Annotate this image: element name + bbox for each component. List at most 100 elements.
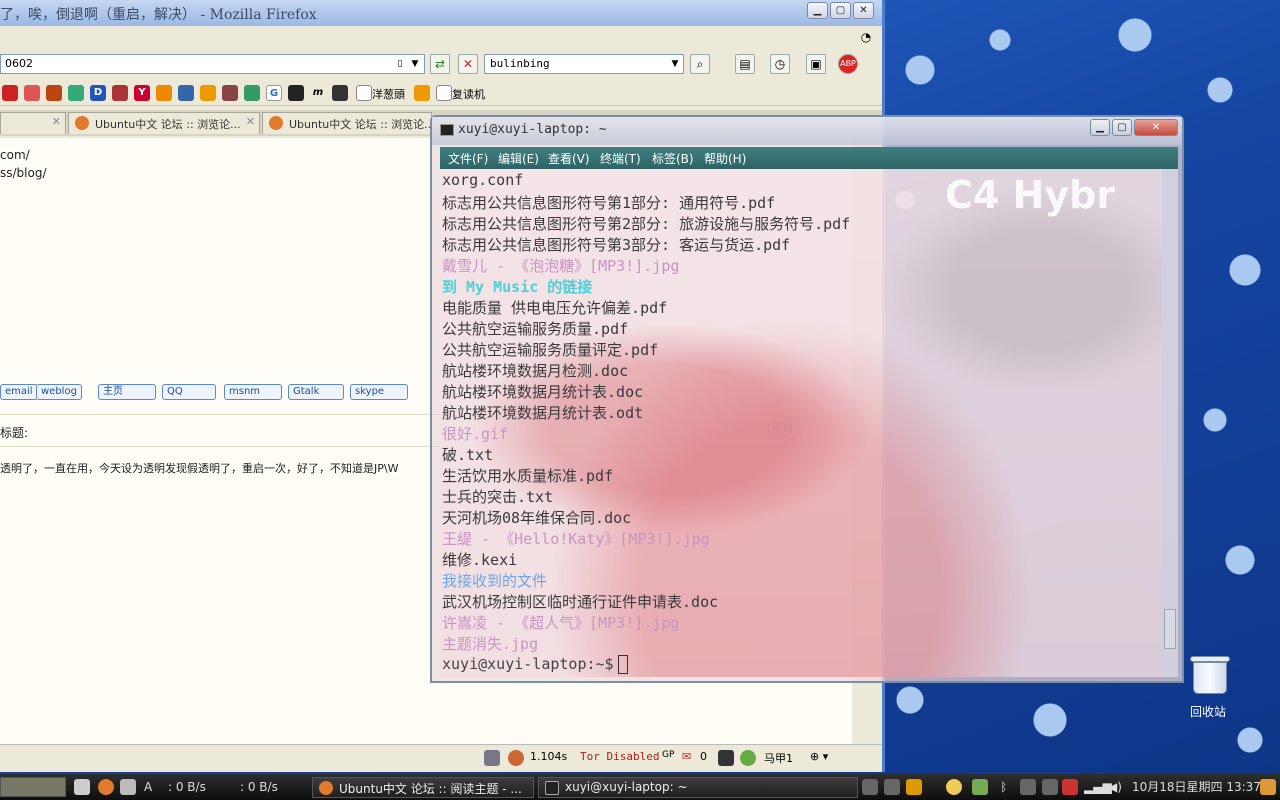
bookmark-favicon-1[interactable] (2, 85, 18, 101)
menu-help[interactable]: 帮助(H) (704, 150, 746, 167)
zoom-icon[interactable]: ⊕ ▾ (810, 750, 828, 763)
adblock-icon[interactable]: ABP (838, 54, 858, 74)
volume-icon[interactable]: ◀) (1108, 777, 1122, 797)
firefox-titlebar[interactable]: 了，唉，倒退啊（重启，解决） - Mozilla Firefox ▁ ▢ ✕ (0, 0, 882, 26)
menu-view[interactable]: 查看(V) (548, 150, 590, 167)
search-input[interactable]: bulinbing (484, 54, 684, 74)
bookmark-favicon-6[interactable] (112, 85, 128, 101)
tray-icon-3[interactable] (906, 779, 922, 795)
tab-forum-1[interactable]: Ubuntu中文 论坛 :: 浏览论... ✕ (68, 112, 260, 134)
terminal-titlebar[interactable]: xuyi@xuyi-laptop: ~ ▁ ▢ ✕ (432, 117, 1182, 145)
msn-button[interactable]: msnm (224, 384, 282, 400)
show-desktop-icon[interactable] (74, 779, 90, 795)
bookmark-favicon-10[interactable] (222, 85, 238, 101)
stop-icon[interactable]: ✕ (458, 54, 478, 74)
rss-icon[interactable] (200, 85, 216, 101)
email-button[interactable]: email (0, 384, 38, 400)
search-icon[interactable]: ⌕ (690, 54, 710, 74)
terminal-line: 电能质量 供电电压允许偏差.pdf (442, 299, 668, 317)
menu-edit[interactable]: 编辑(E) (498, 150, 539, 167)
bookmark-favicon-14[interactable] (332, 85, 348, 101)
url-bar[interactable]: 0602 (0, 54, 425, 74)
tray-icon-6[interactable] (1042, 779, 1058, 795)
terminal-line: 生活饮用水质量标准.pdf (442, 467, 614, 485)
bookmark-label-1[interactable]: 洋葱頭 (372, 86, 405, 102)
bookmark-favicon-2[interactable] (24, 85, 40, 101)
gp-label[interactable]: GP (662, 750, 674, 760)
fasterfox-icon[interactable] (508, 750, 524, 766)
terminal-line: 标志用公共信息图形符号第2部分: 旅游设施与服务符号.pdf (442, 215, 851, 233)
tray-icon-2[interactable] (884, 779, 900, 795)
bookmark-favicon-7[interactable]: Y (134, 85, 150, 101)
minimize-button[interactable]: ▁ (1090, 119, 1110, 136)
post-body: 透明了，一直在用，今天设为透明发现假透明了，重启一次，好了，不知道是JP\W (0, 462, 399, 475)
task-firefox[interactable]: Ubuntu中文 论坛 :: 阅读主题 - ... (312, 777, 534, 798)
bookmark-favicon-12[interactable] (288, 85, 304, 101)
bookmark-icon[interactable]: ▤ (735, 54, 755, 74)
maximize-button[interactable]: ▢ (1112, 119, 1132, 136)
close-button[interactable]: ✕ (1134, 119, 1178, 136)
recycle-bin-label[interactable]: 回收站 (1190, 703, 1226, 720)
close-icon[interactable]: ✕ (246, 115, 255, 128)
clock-app-icon[interactable] (946, 779, 962, 795)
menu-terminal[interactable]: 终端(T) (600, 150, 641, 167)
terminal-icon (440, 124, 454, 136)
bookmark-label-2[interactable]: 复读机 (452, 86, 485, 102)
url-dropdown-button[interactable]: ▼ (405, 54, 425, 74)
rss-icon[interactable] (414, 85, 430, 101)
terminal-scrollbar[interactable] (1162, 169, 1178, 677)
gmail-icon[interactable]: ✉ (682, 750, 691, 763)
tray-icon-7[interactable] (1062, 779, 1078, 795)
user-avatar[interactable] (0, 777, 66, 797)
tray-icon-1[interactable] (862, 779, 878, 795)
user-label[interactable]: 马甲1 (764, 750, 793, 766)
close-icon[interactable]: ✕ (52, 115, 61, 128)
search-dropdown-button[interactable]: ▼ (665, 54, 685, 74)
screenshot-icon[interactable]: ▣ (806, 54, 826, 74)
launcher-icon[interactable] (120, 779, 136, 795)
recycle-bin-icon[interactable] (1188, 654, 1236, 694)
bookmark-favicon-4[interactable] (68, 85, 84, 101)
bookmark-favicon-5[interactable]: D (90, 85, 106, 101)
google-icon[interactable]: G (266, 85, 282, 101)
minimize-button[interactable]: ▁ (807, 2, 828, 19)
terminal-line: 很好.gif (442, 425, 509, 443)
gtalk-button[interactable]: Gtalk (288, 384, 344, 400)
go-icon[interactable]: ⇄ (430, 54, 450, 74)
tray-icon-4[interactable] (972, 779, 988, 795)
bookmark-favicon-13[interactable]: m (310, 85, 326, 101)
clock[interactable]: 10月18日星期四 13:37 (1132, 777, 1261, 797)
recycle-bin-body (1193, 662, 1227, 694)
bookmark-favicon-3[interactable] (46, 85, 62, 101)
page-info-icon[interactable] (484, 750, 500, 766)
profile-url[interactable]: com/ (0, 148, 30, 162)
extension-icon[interactable] (718, 750, 734, 766)
terminal-output[interactable]: C4 Hybr xorg.conf 标志用公共信息图形符号第1部分: 通用符号.p… (440, 169, 1162, 677)
bookmark-favicon-8[interactable] (156, 85, 172, 101)
blog-url[interactable]: ss/blog/ (0, 166, 47, 180)
terminal-line: 航站楼环境数据月统计表.odt (442, 404, 644, 422)
history-icon[interactable]: ◷ (770, 54, 790, 74)
close-button[interactable]: ✕ (853, 2, 874, 19)
bookmark-favicon-9[interactable] (178, 85, 194, 101)
task-terminal[interactable]: xuyi@xuyi-laptop: ~ (538, 777, 858, 798)
user-menu-icon[interactable] (1260, 779, 1276, 795)
bookmark-favicon-11[interactable] (244, 85, 260, 101)
tab-forum-2[interactable]: Ubuntu中文 论坛 :: 浏览论... (262, 112, 432, 134)
scrollbar-thumb[interactable] (1164, 609, 1176, 649)
menu-file[interactable]: 文件(F) (448, 150, 488, 167)
skype-button[interactable]: skype (350, 384, 408, 400)
maximize-button[interactable]: ▢ (830, 2, 851, 19)
firefox-launcher-icon[interactable] (98, 779, 114, 795)
greasemonkey-icon[interactable] (740, 750, 756, 766)
shell-prompt[interactable]: xuyi@xuyi-laptop:~$ (442, 655, 628, 676)
task-label: Ubuntu中文 论坛 :: 阅读主题 - ... (339, 782, 522, 796)
menu-tabs[interactable]: 标签(B) (652, 150, 694, 167)
weblog-button[interactable]: weblog (36, 384, 82, 400)
tray-icon-5[interactable] (1020, 779, 1036, 795)
tor-status[interactable]: Tor Disabled (580, 750, 659, 763)
homepage-button[interactable]: 主页 (98, 384, 156, 400)
tab-partial[interactable]: ✕ (0, 112, 66, 134)
qq-button[interactable]: QQ (162, 384, 216, 400)
bluetooth-icon[interactable]: ᛒ (1000, 777, 1007, 797)
